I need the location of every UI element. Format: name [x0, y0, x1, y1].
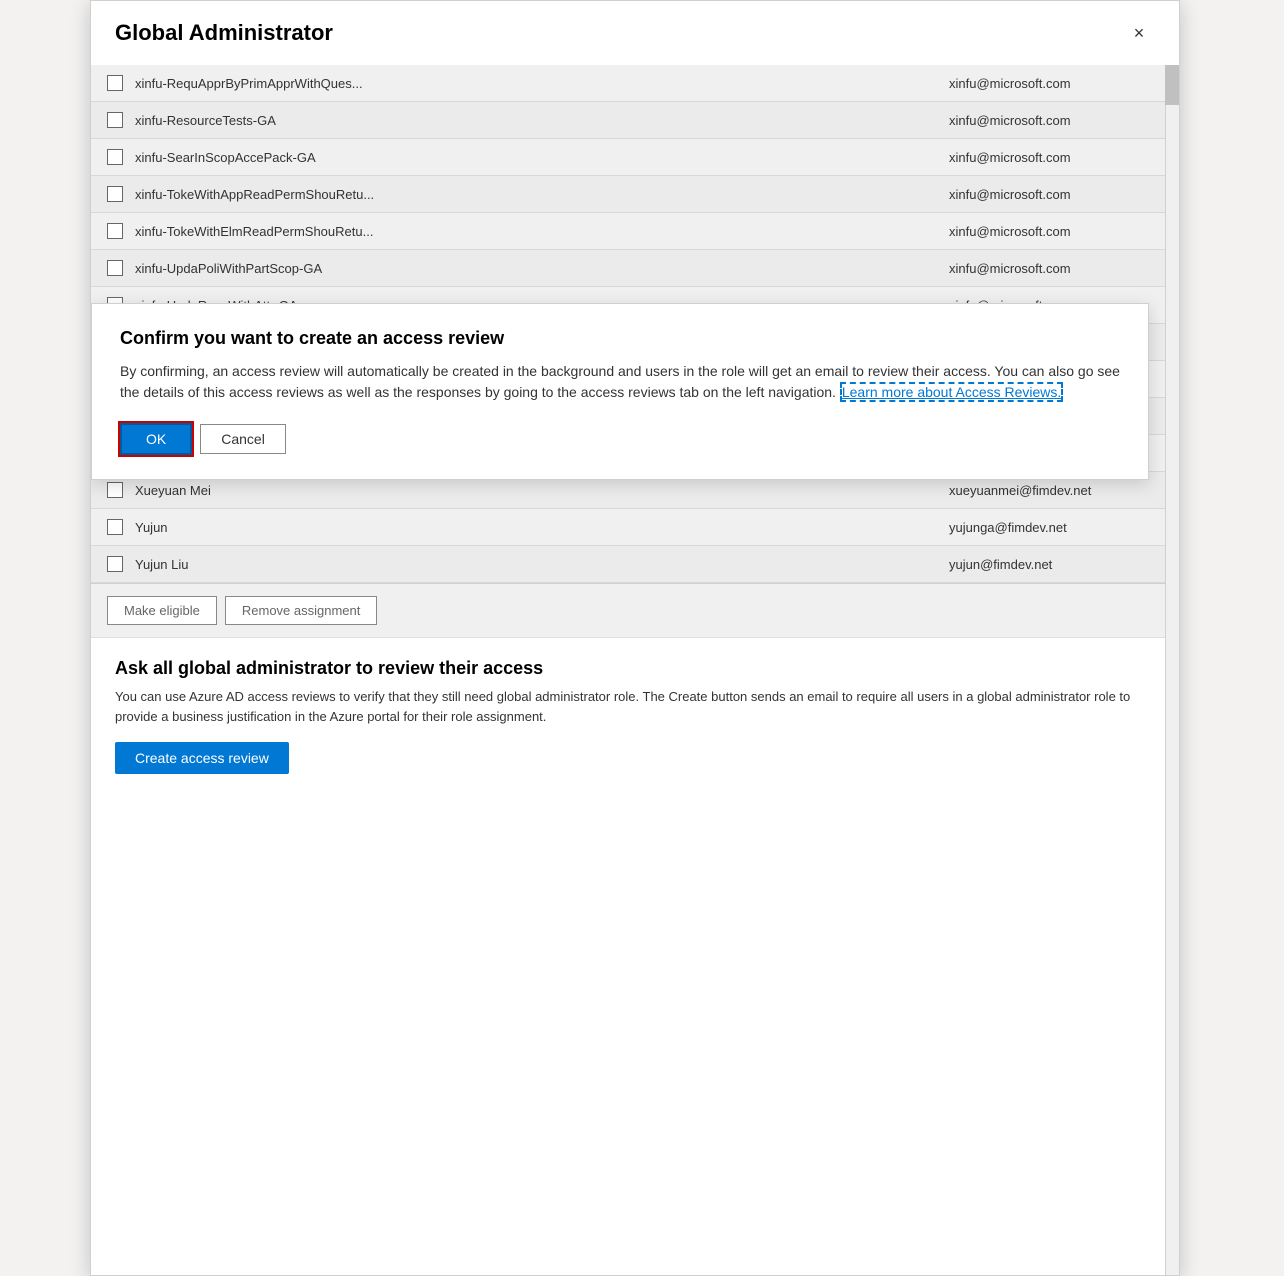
list-item: xinfu-ResourceTests-GA xinfu@microsoft.c… — [91, 102, 1165, 139]
close-button[interactable]: × — [1123, 17, 1155, 49]
confirm-dialog: Confirm you want to create an access rev… — [91, 303, 1149, 480]
create-access-review-button[interactable]: Create access review — [115, 742, 289, 774]
list-item-email: xinfu@microsoft.com — [949, 224, 1149, 239]
list-item-email: xinfu@microsoft.com — [949, 261, 1149, 276]
list-item: xinfu-TokeWithElmReadPermShouRetu... xin… — [91, 213, 1165, 250]
access-review-description: You can use Azure AD access reviews to v… — [115, 687, 1141, 726]
ok-button[interactable]: OK — [120, 423, 192, 455]
list-item-name: xinfu-UpdaPoliWithPartScop-GA — [135, 261, 949, 276]
list-checkbox[interactable] — [107, 186, 123, 202]
list-item-name: xinfu-TokeWithAppReadPermShouRetu... — [135, 187, 949, 202]
list-item-email: xinfu@microsoft.com — [949, 113, 1149, 128]
list-checkbox[interactable] — [107, 556, 123, 572]
list-checkbox[interactable] — [107, 149, 123, 165]
list-item-name: Xueyuan Mei — [135, 483, 949, 498]
list-item-name: xinfu-RequApprByPrimApprWithQues... — [135, 76, 949, 91]
list-checkbox[interactable] — [107, 112, 123, 128]
cancel-button[interactable]: Cancel — [200, 424, 286, 454]
list-item-email: xinfu@microsoft.com — [949, 150, 1149, 165]
list-item-name: Yujun — [135, 520, 949, 535]
scrollbar[interactable] — [1165, 65, 1179, 1275]
list-item-email: yujun@fimdev.net — [949, 557, 1149, 572]
action-buttons-row: Make eligible Remove assignment — [91, 583, 1165, 637]
list-item: xinfu-UpdaPoliWithPartScop-GA xinfu@micr… — [91, 250, 1165, 287]
dialog-header: Global Administrator × — [91, 1, 1179, 66]
dialog-title: Global Administrator — [115, 20, 333, 46]
list-item-email: xinfu@microsoft.com — [949, 76, 1149, 91]
scrollbar-thumb[interactable] — [1165, 65, 1179, 105]
list-item-email: xinfu@microsoft.com — [949, 187, 1149, 202]
list-checkbox[interactable] — [107, 482, 123, 498]
make-eligible-button[interactable]: Make eligible — [107, 596, 217, 625]
list-item-name: xinfu-TokeWithElmReadPermShouRetu... — [135, 224, 949, 239]
list-item-name: Yujun Liu — [135, 557, 949, 572]
list-checkbox[interactable] — [107, 260, 123, 276]
remove-assignment-button[interactable]: Remove assignment — [225, 596, 378, 625]
list-item-email: xueyuanmei@fimdev.net — [949, 483, 1149, 498]
list-checkbox[interactable] — [107, 75, 123, 91]
list-item: xinfu-TokeWithAppReadPermShouRetu... xin… — [91, 176, 1165, 213]
list-checkbox[interactable] — [107, 519, 123, 535]
dialog-window: Global Administrator × xinfu-RequApprByP… — [90, 0, 1180, 1276]
list-item-name: xinfu-ResourceTests-GA — [135, 113, 949, 128]
confirm-dialog-title: Confirm you want to create an access rev… — [120, 328, 1120, 349]
content-wrapper: xinfu-RequApprByPrimApprWithQues... xinf… — [91, 65, 1165, 1275]
list-item: xinfu-SearInScopAccePack-GA xinfu@micros… — [91, 139, 1165, 176]
confirm-actions: OK Cancel — [120, 423, 1120, 455]
list-item: Yujun yujunga@fimdev.net — [91, 509, 1165, 546]
list-item: Yujun Liu yujun@fimdev.net — [91, 546, 1165, 583]
confirm-dialog-body: By confirming, an access review will aut… — [120, 361, 1120, 403]
list-item: xinfu-RequApprByPrimApprWithQues... xinf… — [91, 65, 1165, 102]
access-review-title: Ask all global administrator to review t… — [115, 658, 1141, 679]
list-checkbox[interactable] — [107, 223, 123, 239]
list-item-name: xinfu-SearInScopAccePack-GA — [135, 150, 949, 165]
access-review-section: Ask all global administrator to review t… — [91, 637, 1165, 794]
learn-more-link[interactable]: Learn more about Access Reviews. — [840, 382, 1063, 402]
main-panel: Global Administrator × xinfu-RequApprByP… — [0, 0, 1284, 1276]
list-item-email: yujunga@fimdev.net — [949, 520, 1149, 535]
